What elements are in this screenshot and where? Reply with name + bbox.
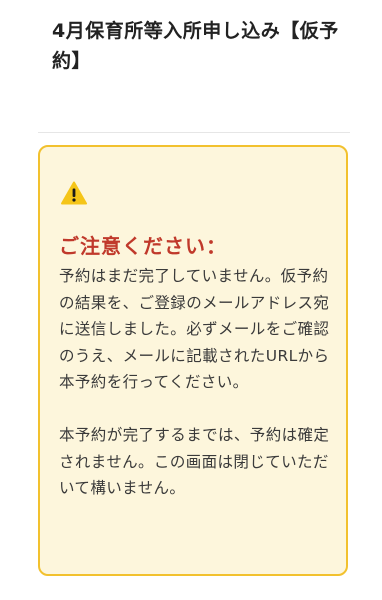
notice-heading: ご注意ください： bbox=[59, 234, 227, 258]
page: 4月保育所等入所申し込み【仮予約】 ご注意ください： 予約はまだ完了していません… bbox=[0, 0, 382, 600]
divider bbox=[38, 132, 350, 133]
warning-icon bbox=[61, 181, 87, 205]
notice-body: 予約はまだ完了していません。仮予約の結果を、ご登録のメールアドレス宛に送信しまし… bbox=[59, 263, 335, 502]
page-title: 4月保育所等入所申し込み【仮予約】 bbox=[52, 20, 339, 72]
notice-paragraph-2: 本予約が完了するまでは、予約は確定されません。この画面は閉じていただいて構いませ… bbox=[59, 426, 330, 497]
notice-paragraph-1: 予約はまだ完了していません。仮予約の結果を、ご登録のメールアドレス宛に送信しまし… bbox=[59, 267, 330, 391]
notice-box: ご注意ください： 予約はまだ完了していません。仮予約の結果を、ご登録のメールアド… bbox=[38, 145, 348, 576]
